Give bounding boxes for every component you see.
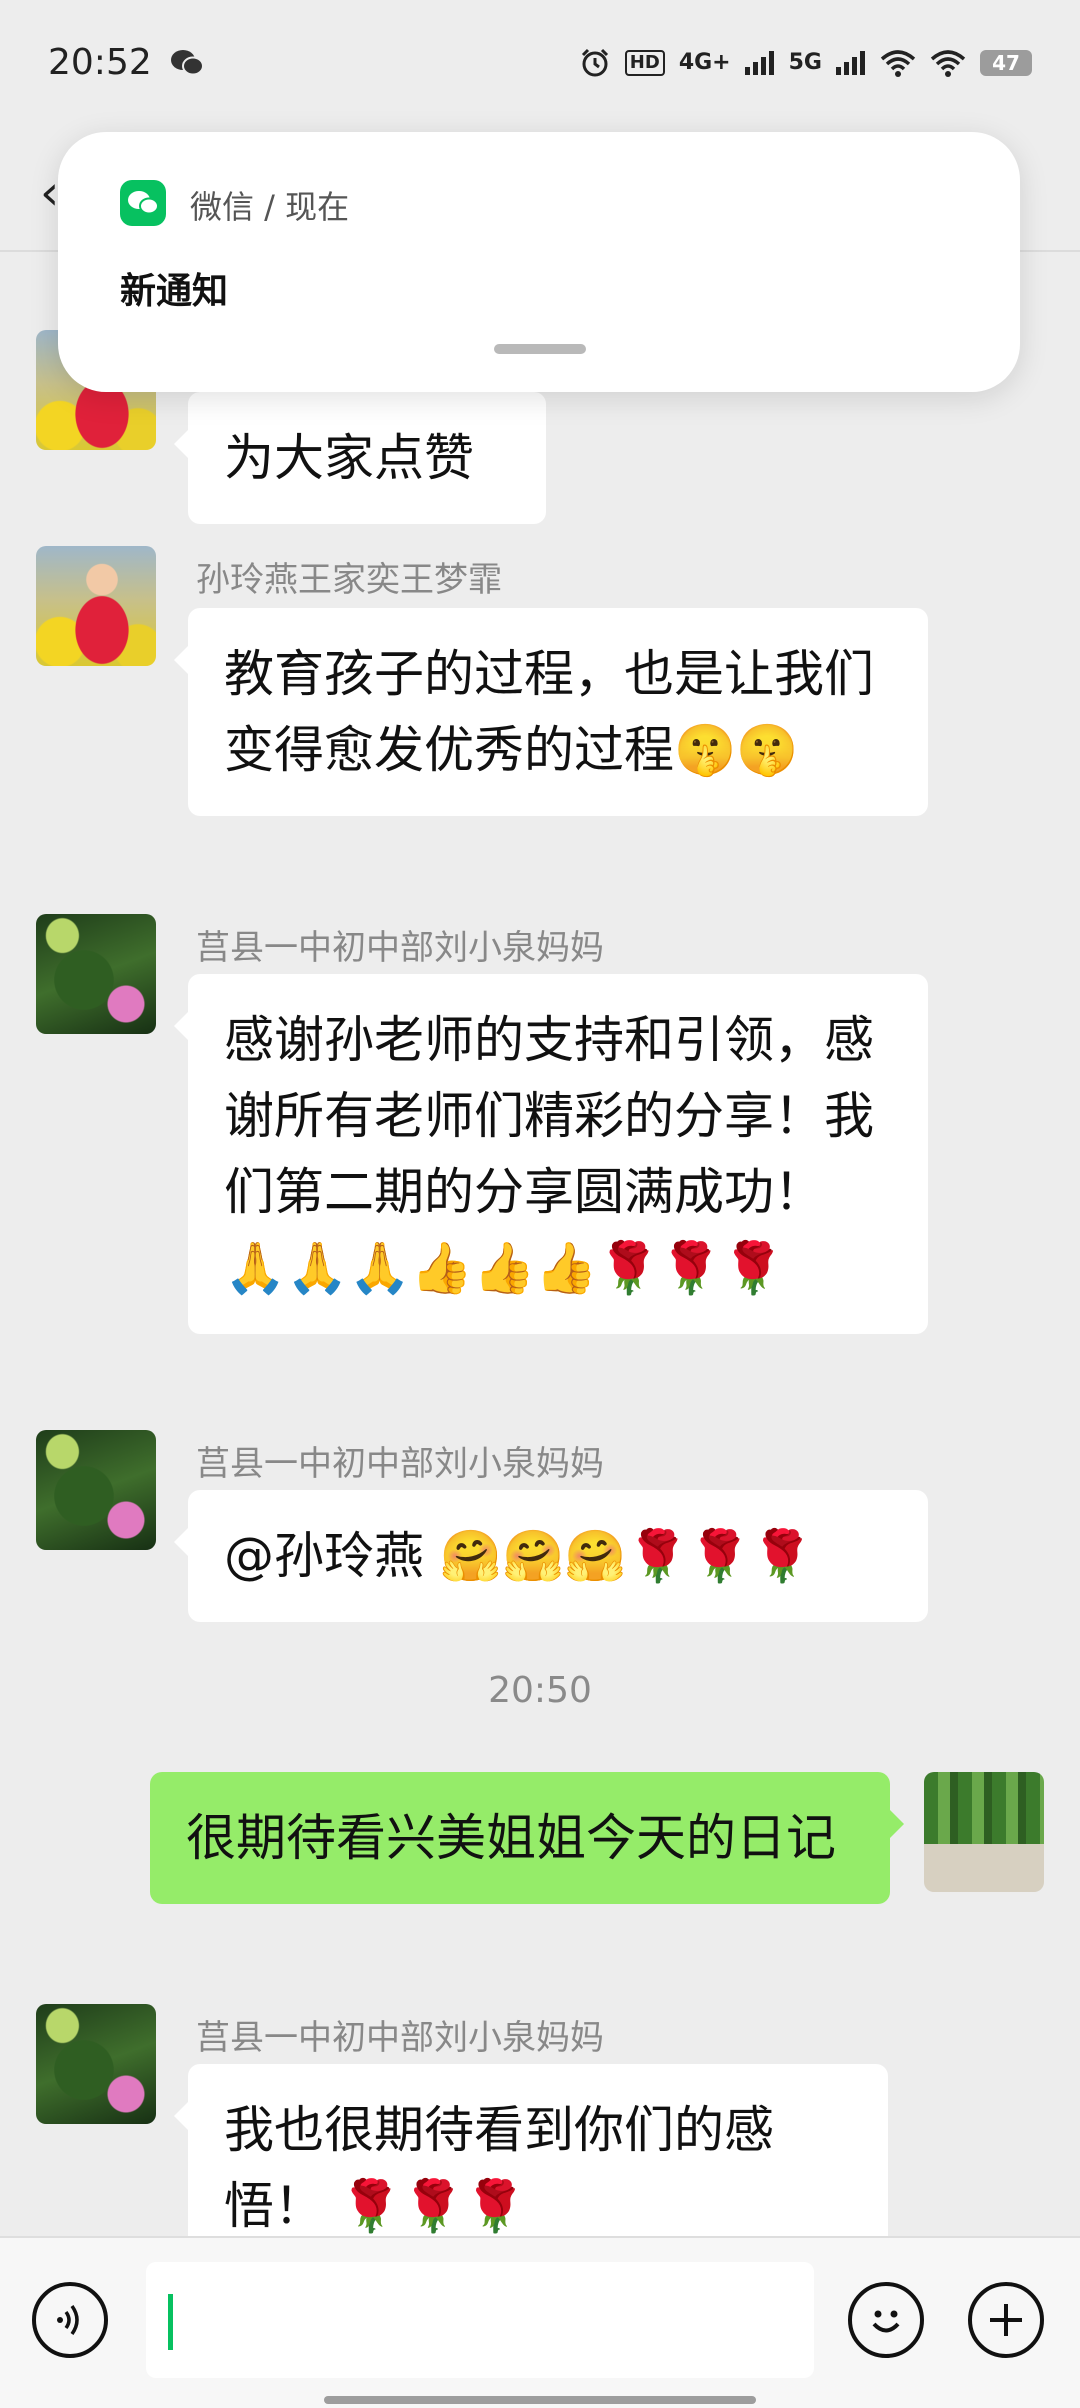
notification-banner[interactable]: 微信 / 现在 新通知 [58,132,1020,392]
signal-icon [744,43,775,83]
signal-icon-2 [836,43,866,83]
back-arrow-icon[interactable]: ‹ [40,165,59,221]
sender-name: 莒县一中初中部刘小泉妈妈 [196,2018,604,2058]
my-avatar[interactable] [924,1772,1044,1892]
notification-title: 新通知 [120,271,229,312]
input-bar [0,2236,1080,2408]
sender-name: 莒县一中初中部刘小泉妈妈 [196,1444,604,1484]
status-bar: 20:52 HD 4G+ 5G 47 [0,0,1080,125]
message-bubble[interactable]: 感谢孙老师的支持和引领，感谢所有老师们精彩的分享！我们第二期的分享圆满成功！ 🙏… [174,974,928,1334]
sender-name: 孙玲燕王家奕王梦霏 [196,560,502,600]
network-4g-label: 4G+ [678,50,731,75]
battery-icon: 47 [980,49,1032,76]
notification-drag-handle[interactable] [494,344,586,354]
chat-timestamp: 20:50 [488,1670,592,1711]
wifi-icon-2 [930,43,966,83]
wechat-notification-icon [170,43,204,83]
avatar[interactable] [36,546,156,666]
chat-screen: 20:52 HD 4G+ 5G 47 ‹ 微信 / 现在 新通知 为大家点赞 孙… [0,0,1080,2408]
plus-icon[interactable] [968,2282,1044,2358]
emoji-icon[interactable] [848,2282,924,2358]
text-caret [168,2294,173,2350]
notification-source: 微信 / 现在 [190,188,350,226]
network-5g-label: 5G [788,50,822,75]
sender-name: 莒县一中初中部刘小泉妈妈 [196,928,604,968]
message-input[interactable] [146,2262,814,2378]
wechat-app-icon [120,180,166,226]
message-bubble[interactable]: @孙玲燕 🤗🤗🤗🌹🌹🌹 [174,1490,928,1622]
avatar[interactable] [36,914,156,1034]
voice-icon[interactable] [32,2282,108,2358]
my-message-bubble[interactable]: 很期待看兴美姐姐今天的日记 [150,1772,904,1904]
avatar[interactable] [36,1430,156,1550]
alarm-icon [579,43,611,83]
home-indicator[interactable] [324,2396,756,2404]
status-time: 20:52 [48,42,152,83]
avatar[interactable] [36,2004,156,2124]
hd-voice-icon: HD [624,49,665,76]
wifi-icon [880,43,916,83]
message-bubble[interactable]: 为大家点赞 [174,392,546,524]
message-bubble[interactable]: 教育孩子的过程，也是让我们变得愈发优秀的过程🤫🤫 [174,608,928,816]
